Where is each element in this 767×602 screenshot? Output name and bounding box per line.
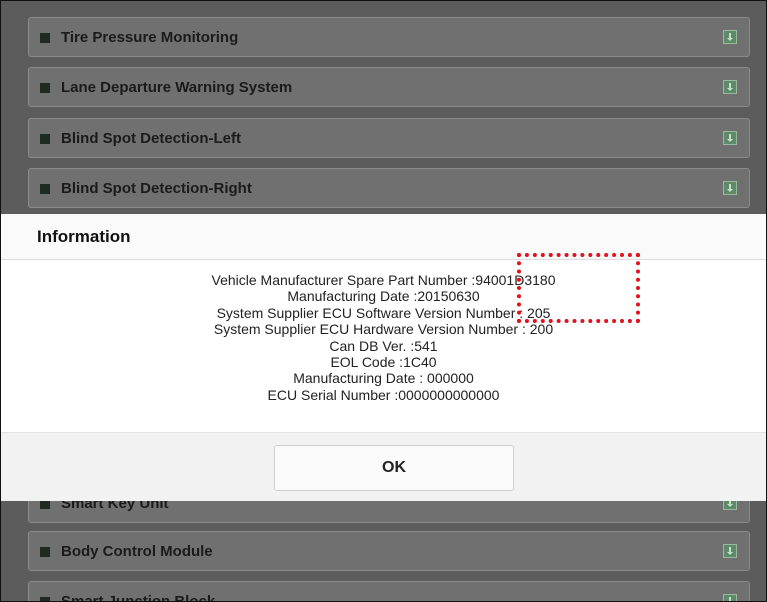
info-line-software-version: System Supplier ECU Software Version Num… <box>216 304 551 321</box>
info-line-spare-part-number: Vehicle Manufacturer Spare Part Number :… <box>211 272 556 288</box>
list-item-tire-pressure-monitoring[interactable]: Tire Pressure Monitoring <box>28 17 750 57</box>
download-icon[interactable] <box>723 181 737 195</box>
screen: Tire Pressure Monitoring Lane Departure … <box>0 0 767 602</box>
dialog-footer: OK <box>1 433 766 501</box>
download-icon[interactable] <box>723 30 737 44</box>
bullet-square-icon <box>40 83 50 93</box>
info-line-ecu-serial-number: ECU Serial Number :0000000000000 <box>267 386 500 403</box>
list-item-label: Smart Junction Block <box>61 593 216 602</box>
list-item-lane-departure-warning[interactable]: Lane Departure Warning System <box>28 67 750 107</box>
info-lines: Vehicle Manufacturer Spare Part Number :… <box>1 272 766 403</box>
list-item-body-control-module[interactable]: Body Control Module <box>28 531 750 571</box>
info-line-hardware-version: System Supplier ECU Hardware Version Num… <box>213 321 554 338</box>
download-icon[interactable] <box>723 80 737 94</box>
list-item-smart-junction-block[interactable]: Smart Junction Block <box>28 581 750 602</box>
bullet-square-icon <box>40 184 50 194</box>
ok-button[interactable]: OK <box>274 445 514 491</box>
list-item-label: Blind Spot Detection-Right <box>61 180 252 197</box>
download-icon[interactable] <box>723 131 737 145</box>
dialog-header: Information <box>1 214 766 260</box>
list-item-blind-spot-right[interactable]: Blind Spot Detection-Right <box>28 168 750 208</box>
bullet-square-icon <box>40 134 50 144</box>
list-item-label: Lane Departure Warning System <box>61 79 293 96</box>
list-item-label: Body Control Module <box>61 543 213 560</box>
dialog-title: Information <box>37 227 131 246</box>
highlight-annotation <box>517 253 640 323</box>
info-line-eol-code: EOL Code :1C40 <box>330 354 437 371</box>
bullet-square-icon <box>40 33 50 43</box>
list-item-label: Tire Pressure Monitoring <box>61 29 239 46</box>
bullet-square-icon <box>40 597 50 601</box>
bullet-square-icon <box>40 547 50 557</box>
info-line-can-db-version: Can DB Ver. :541 <box>329 337 438 354</box>
download-icon[interactable] <box>723 594 737 601</box>
info-line-manufacturing-date-2: Manufacturing Date : 000000 <box>293 370 474 387</box>
list-item-label: Blind Spot Detection-Left <box>61 130 241 147</box>
download-icon[interactable] <box>723 544 737 558</box>
information-dialog: Information Vehicle Manufacturer Spare P… <box>1 214 766 501</box>
info-line-manufacturing-date: Manufacturing Date :20150630 <box>287 288 480 305</box>
dialog-body: Vehicle Manufacturer Spare Part Number :… <box>1 260 766 433</box>
list-item-blind-spot-left[interactable]: Blind Spot Detection-Left <box>28 118 750 158</box>
